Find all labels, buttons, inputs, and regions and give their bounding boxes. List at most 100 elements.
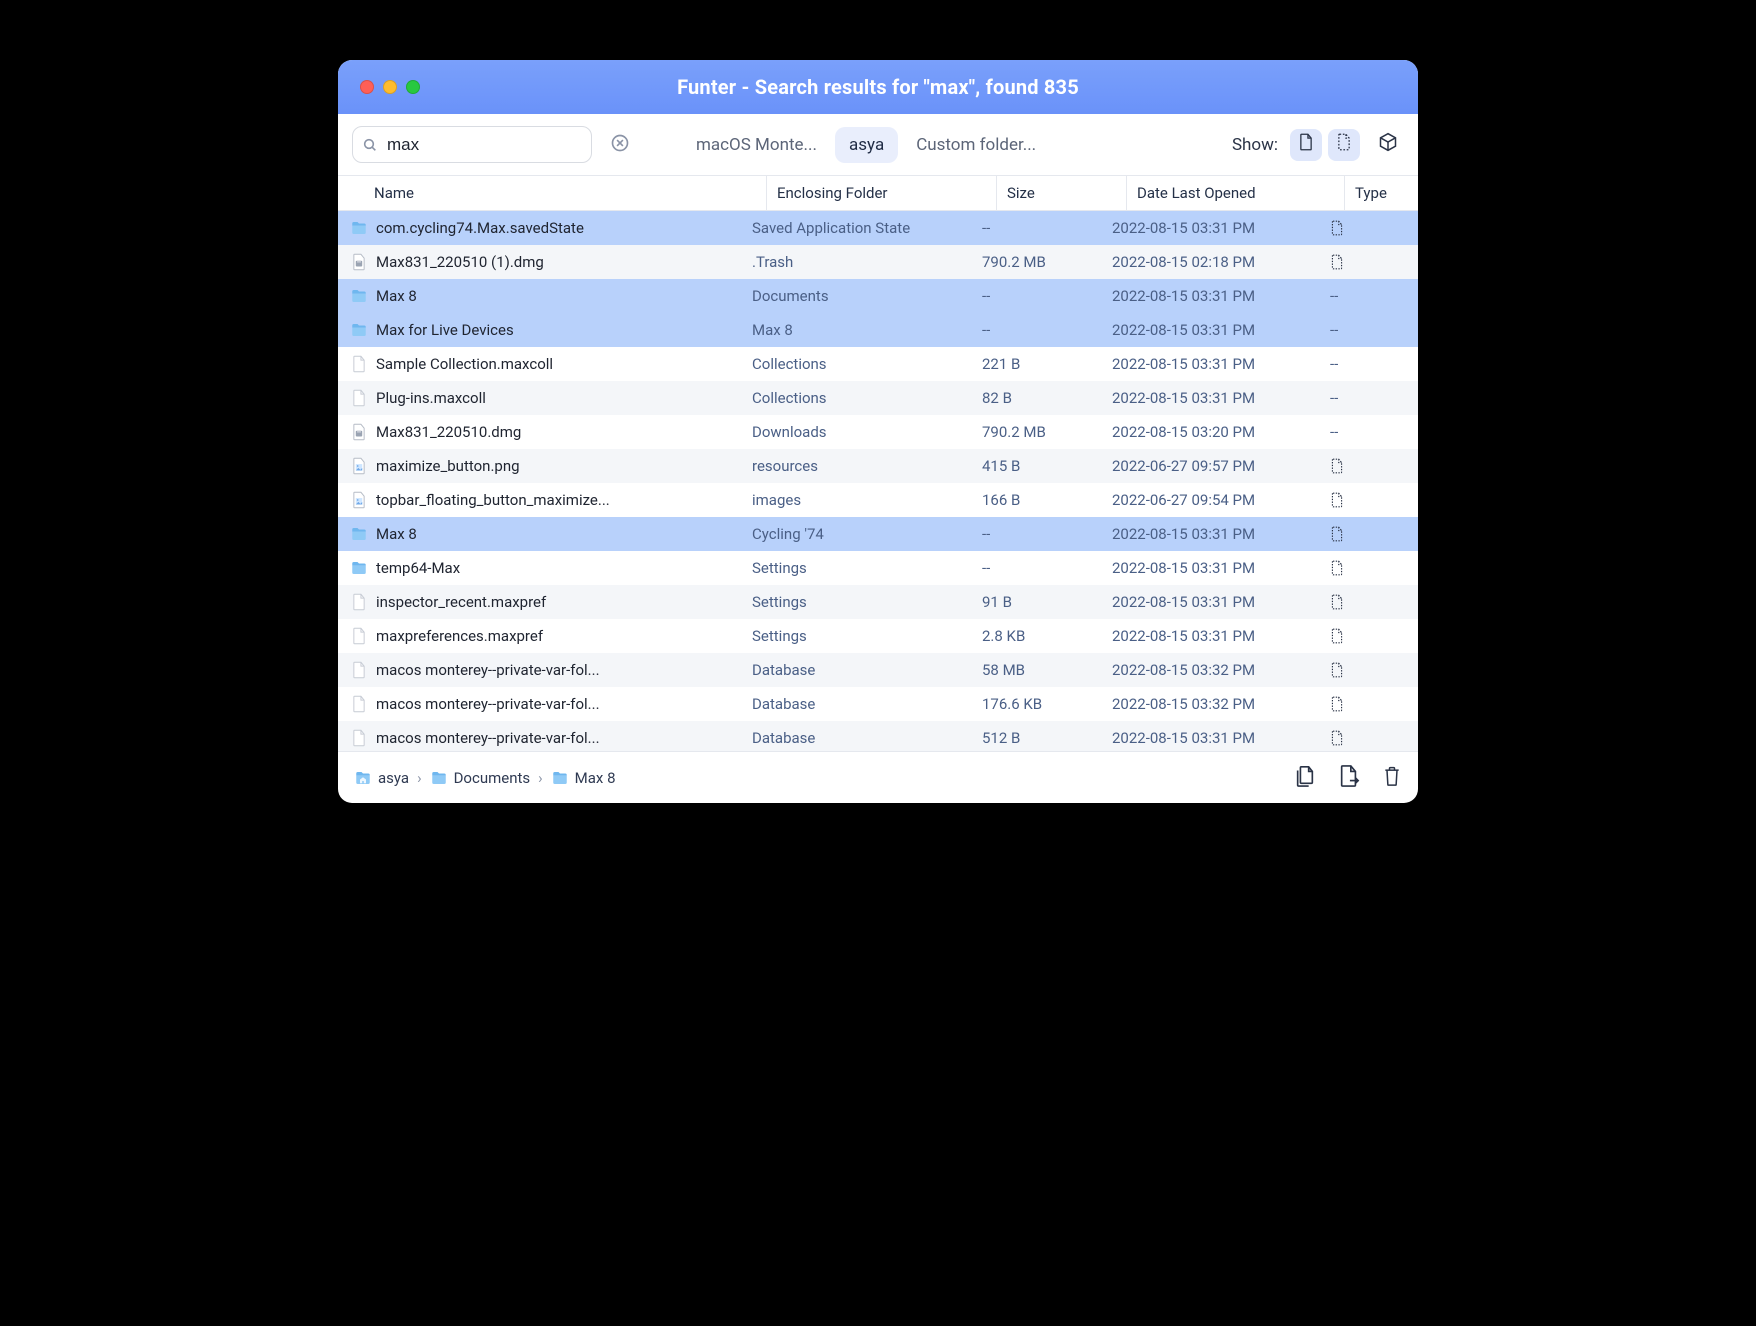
table-row[interactable]: com.cycling74.Max.savedStateSaved Applic… bbox=[338, 211, 1418, 245]
file-name: Max 8 bbox=[376, 287, 417, 305]
table-row[interactable]: topbar_floating_button_maximize... images… bbox=[338, 483, 1418, 517]
file-name: Max831_220510 (1).dmg bbox=[376, 253, 544, 271]
table-row[interactable]: macos monterey--private-var-fol...Databa… bbox=[338, 721, 1418, 751]
path-segment[interactable]: Documents bbox=[430, 769, 531, 787]
app-window: Funter - Search results for "max", found… bbox=[338, 60, 1418, 803]
folder-icon bbox=[354, 769, 372, 787]
file-type bbox=[1320, 662, 1380, 678]
file-type: -- bbox=[1320, 287, 1380, 305]
enclosing-folder: Database bbox=[742, 661, 972, 679]
table-row[interactable]: Max 8Cycling '74--2022-08-15 03:31 PM bbox=[338, 517, 1418, 551]
date-last-opened: 2022-06-27 09:57 PM bbox=[1102, 457, 1320, 475]
enclosing-folder: Collections bbox=[742, 355, 972, 373]
window-title: Funter - Search results for "max", found… bbox=[338, 75, 1418, 99]
file-name: topbar_floating_button_maximize... bbox=[376, 491, 610, 509]
file-size: 58 MB bbox=[972, 661, 1102, 679]
folder-icon bbox=[350, 559, 368, 577]
results-list[interactable]: com.cycling74.Max.savedStateSaved Applic… bbox=[338, 211, 1418, 751]
path-segment[interactable]: asya bbox=[354, 769, 409, 787]
image-icon bbox=[350, 457, 368, 475]
move-icon bbox=[1338, 764, 1360, 792]
table-row[interactable]: maxpreferences.maxpref Settings2.8 KB2022… bbox=[338, 619, 1418, 653]
file-icon bbox=[350, 355, 368, 373]
search-icon bbox=[361, 136, 379, 154]
file-type bbox=[1320, 220, 1380, 236]
file-size: -- bbox=[972, 525, 1102, 543]
column-type[interactable]: Type bbox=[1344, 176, 1404, 210]
file-size: 790.2 MB bbox=[972, 423, 1102, 441]
file-type bbox=[1320, 628, 1380, 644]
date-last-opened: 2022-08-15 03:31 PM bbox=[1102, 389, 1320, 407]
breadcrumb: asya›Documents›Max 8 bbox=[354, 769, 616, 787]
file-type bbox=[1320, 730, 1380, 746]
table-row[interactable]: Max831_220510 (1).dmg.Trash790.2 MB2022-… bbox=[338, 245, 1418, 279]
date-last-opened: 2022-08-15 02:18 PM bbox=[1102, 253, 1320, 271]
file-size: 2.8 KB bbox=[972, 627, 1102, 645]
table-row[interactable]: inspector_recent.maxprefSettings91 B2022… bbox=[338, 585, 1418, 619]
search-input[interactable] bbox=[385, 134, 610, 156]
table-row[interactable]: temp64-MaxSettings--2022-08-15 03:31 PM bbox=[338, 551, 1418, 585]
enclosing-folder: Settings bbox=[742, 627, 972, 645]
path-bar: asya›Documents›Max 8 bbox=[338, 751, 1418, 803]
file-type: -- bbox=[1320, 321, 1380, 339]
toolbar: macOS Monte... asya Custom folder... Sho… bbox=[338, 114, 1418, 175]
file-type bbox=[1320, 458, 1380, 474]
table-row[interactable]: Max831_220510.dmgDownloads790.2 MB2022-0… bbox=[338, 415, 1418, 449]
path-label: Documents bbox=[454, 769, 531, 787]
file-size: 790.2 MB bbox=[972, 253, 1102, 271]
enclosing-folder: Database bbox=[742, 695, 972, 713]
file-size: -- bbox=[972, 321, 1102, 339]
file-name: maxpreferences.maxpref bbox=[376, 627, 543, 645]
scope-tab-home[interactable]: asya bbox=[835, 127, 898, 163]
table-row[interactable]: macos monterey--private-var-fol...Databa… bbox=[338, 653, 1418, 687]
column-date[interactable]: Date Last Opened bbox=[1126, 176, 1344, 210]
file-type bbox=[1320, 254, 1380, 270]
enclosing-folder: Saved Application State bbox=[742, 219, 972, 237]
column-size[interactable]: Size bbox=[996, 176, 1126, 210]
zoom-window-button[interactable] bbox=[406, 80, 420, 94]
file-name: temp64-Max bbox=[376, 559, 460, 577]
date-last-opened: 2022-08-15 03:31 PM bbox=[1102, 593, 1320, 611]
table-row[interactable]: Plug-ins.maxcollCollections82 B2022-08-1… bbox=[338, 381, 1418, 415]
file-name: maximize_button.png bbox=[376, 457, 520, 475]
table-row[interactable]: Max 8Documents--2022-08-15 03:31 PM-- bbox=[338, 279, 1418, 313]
table-row[interactable]: maximize_button.pngresources415 B2022-06… bbox=[338, 449, 1418, 483]
scope-tabs: macOS Monte... asya Custom folder... bbox=[682, 127, 1050, 163]
clear-search-button[interactable] bbox=[610, 133, 630, 156]
file-type bbox=[1320, 696, 1380, 712]
file-name: Max for Live Devices bbox=[376, 321, 514, 339]
show-controls: Show: bbox=[1232, 129, 1404, 161]
move-button[interactable] bbox=[1338, 764, 1360, 792]
chevron-right-icon: › bbox=[538, 769, 543, 787]
column-folder[interactable]: Enclosing Folder bbox=[766, 176, 996, 210]
table-row[interactable]: Max for Live DevicesMax 8--2022-08-15 03… bbox=[338, 313, 1418, 347]
table-row[interactable]: Sample Collection.maxcollCollections221 … bbox=[338, 347, 1418, 381]
date-last-opened: 2022-08-15 03:31 PM bbox=[1102, 627, 1320, 645]
file-icon bbox=[350, 593, 368, 611]
trash-button[interactable] bbox=[1382, 765, 1402, 791]
file-size: 176.6 KB bbox=[972, 695, 1102, 713]
package-toggle[interactable] bbox=[1372, 129, 1404, 161]
folder-icon bbox=[430, 769, 448, 787]
file-size: -- bbox=[972, 559, 1102, 577]
table-row[interactable]: macos monterey--private-var-fol...Databa… bbox=[338, 687, 1418, 721]
copy-button[interactable] bbox=[1294, 764, 1316, 792]
minimize-window-button[interactable] bbox=[383, 80, 397, 94]
close-window-button[interactable] bbox=[360, 80, 374, 94]
enclosing-folder: Settings bbox=[742, 559, 972, 577]
search-field[interactable] bbox=[352, 126, 592, 163]
hidden-file-icon bbox=[1336, 133, 1352, 156]
dmg-icon bbox=[350, 423, 368, 441]
path-segment[interactable]: Max 8 bbox=[551, 769, 616, 787]
file-icon bbox=[350, 627, 368, 645]
package-icon bbox=[1378, 132, 1398, 157]
scope-tab-volume[interactable]: macOS Monte... bbox=[682, 127, 831, 163]
file-size: -- bbox=[972, 287, 1102, 305]
toggle-hidden-files[interactable] bbox=[1328, 129, 1360, 161]
enclosing-folder: images bbox=[742, 491, 972, 509]
toggle-visible-files[interactable] bbox=[1290, 129, 1322, 161]
column-name[interactable]: Name bbox=[374, 176, 766, 210]
scope-tab-custom[interactable]: Custom folder... bbox=[902, 127, 1050, 163]
file-type: -- bbox=[1320, 355, 1380, 373]
file-name: inspector_recent.maxpref bbox=[376, 593, 546, 611]
